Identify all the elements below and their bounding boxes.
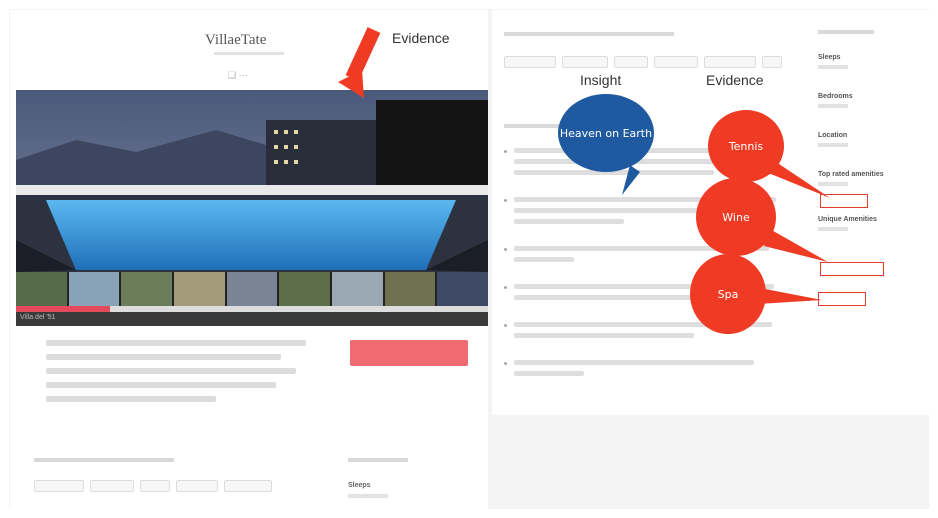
text-line <box>46 368 296 374</box>
header-control[interactable]: ❏ ··· <box>228 70 248 81</box>
text-line <box>46 340 306 346</box>
evidence-bubble-tennis: Tennis <box>708 110 784 182</box>
highlight-box-spa <box>818 292 866 306</box>
amenity-tag[interactable] <box>504 56 556 68</box>
details-sidebar: Sleeps Bedrooms Location Top rated ameni… <box>818 30 918 255</box>
site-logo[interactable]: VillaeTate <box>205 32 266 49</box>
amenity-tags <box>34 480 272 492</box>
thumbnail[interactable] <box>279 272 331 306</box>
text-line <box>46 396 216 402</box>
text-line <box>46 354 281 360</box>
amenity-tag[interactable] <box>654 56 698 68</box>
sidebar-label: Location <box>818 132 848 139</box>
sidebar-label: Top rated amenities <box>818 171 884 178</box>
evidence-label-right: Evidence <box>706 72 764 88</box>
sidebar-label: Bedrooms <box>818 93 853 100</box>
amenity-tag[interactable] <box>34 480 84 492</box>
insight-bubble-heaven-on-earth: Heaven on Earth <box>558 94 654 172</box>
thumbnail[interactable] <box>174 272 225 306</box>
listing-description <box>46 340 316 410</box>
amenity-tag[interactable] <box>90 480 134 492</box>
subsection-title <box>504 124 564 128</box>
side-label: Sleeps <box>348 482 371 489</box>
insight-label: Insight <box>580 72 622 88</box>
listing-page-left: VillaeTate ❏ ··· Villa del '51 Sleeps <box>10 10 488 510</box>
sidebar-title <box>818 30 874 34</box>
thumbnail[interactable] <box>437 272 488 306</box>
photo-caption: Villa del '51 <box>20 314 56 321</box>
amenity-tag[interactable] <box>224 480 272 492</box>
thumbnail[interactable] <box>68 272 120 306</box>
sidebar-value <box>818 227 848 231</box>
section-side-title <box>348 458 408 462</box>
sidebar-value <box>818 104 848 108</box>
text-line <box>46 382 276 388</box>
thumbnail[interactable] <box>121 272 173 306</box>
site-header: VillaeTate ❏ ··· <box>10 10 488 90</box>
amenity-tag[interactable] <box>614 56 648 68</box>
logo-tagline <box>214 52 284 55</box>
amenity-tag[interactable] <box>704 56 756 68</box>
section-title <box>504 32 674 36</box>
text-line <box>514 219 624 224</box>
evidence-bubble-wine: Wine <box>696 178 776 256</box>
text-line <box>514 333 694 338</box>
photo-caption-bar: Villa del '51 <box>16 312 488 326</box>
amenity-tag[interactable] <box>176 480 218 492</box>
amenity-tag[interactable] <box>140 480 170 492</box>
evidence-label-top: Evidence <box>392 30 450 46</box>
list-item <box>504 360 784 376</box>
side-value <box>348 494 388 498</box>
thumbnail[interactable] <box>226 272 278 306</box>
evidence-bubble-spa: Spa <box>690 254 766 334</box>
text-line <box>514 371 584 376</box>
highlight-box-wine <box>820 262 884 276</box>
thumbnail-strip <box>16 272 488 306</box>
sidebar-value <box>818 143 848 147</box>
amenity-tag[interactable] <box>562 56 608 68</box>
sidebar-value <box>818 182 848 186</box>
booking-button[interactable] <box>350 340 468 366</box>
text-line <box>514 360 754 365</box>
amenity-tags <box>504 56 794 68</box>
sidebar-value <box>818 65 848 69</box>
thumbnail[interactable] <box>332 272 383 306</box>
thumbnail[interactable] <box>16 272 67 306</box>
highlight-box-tennis <box>820 194 868 208</box>
amenity-tag[interactable] <box>762 56 782 68</box>
section-title <box>34 458 174 462</box>
text-line <box>514 257 574 262</box>
sidebar-label: Sleeps <box>818 54 841 61</box>
thumbnail[interactable] <box>384 272 436 306</box>
sidebar-label: Unique Amenities <box>818 216 877 223</box>
